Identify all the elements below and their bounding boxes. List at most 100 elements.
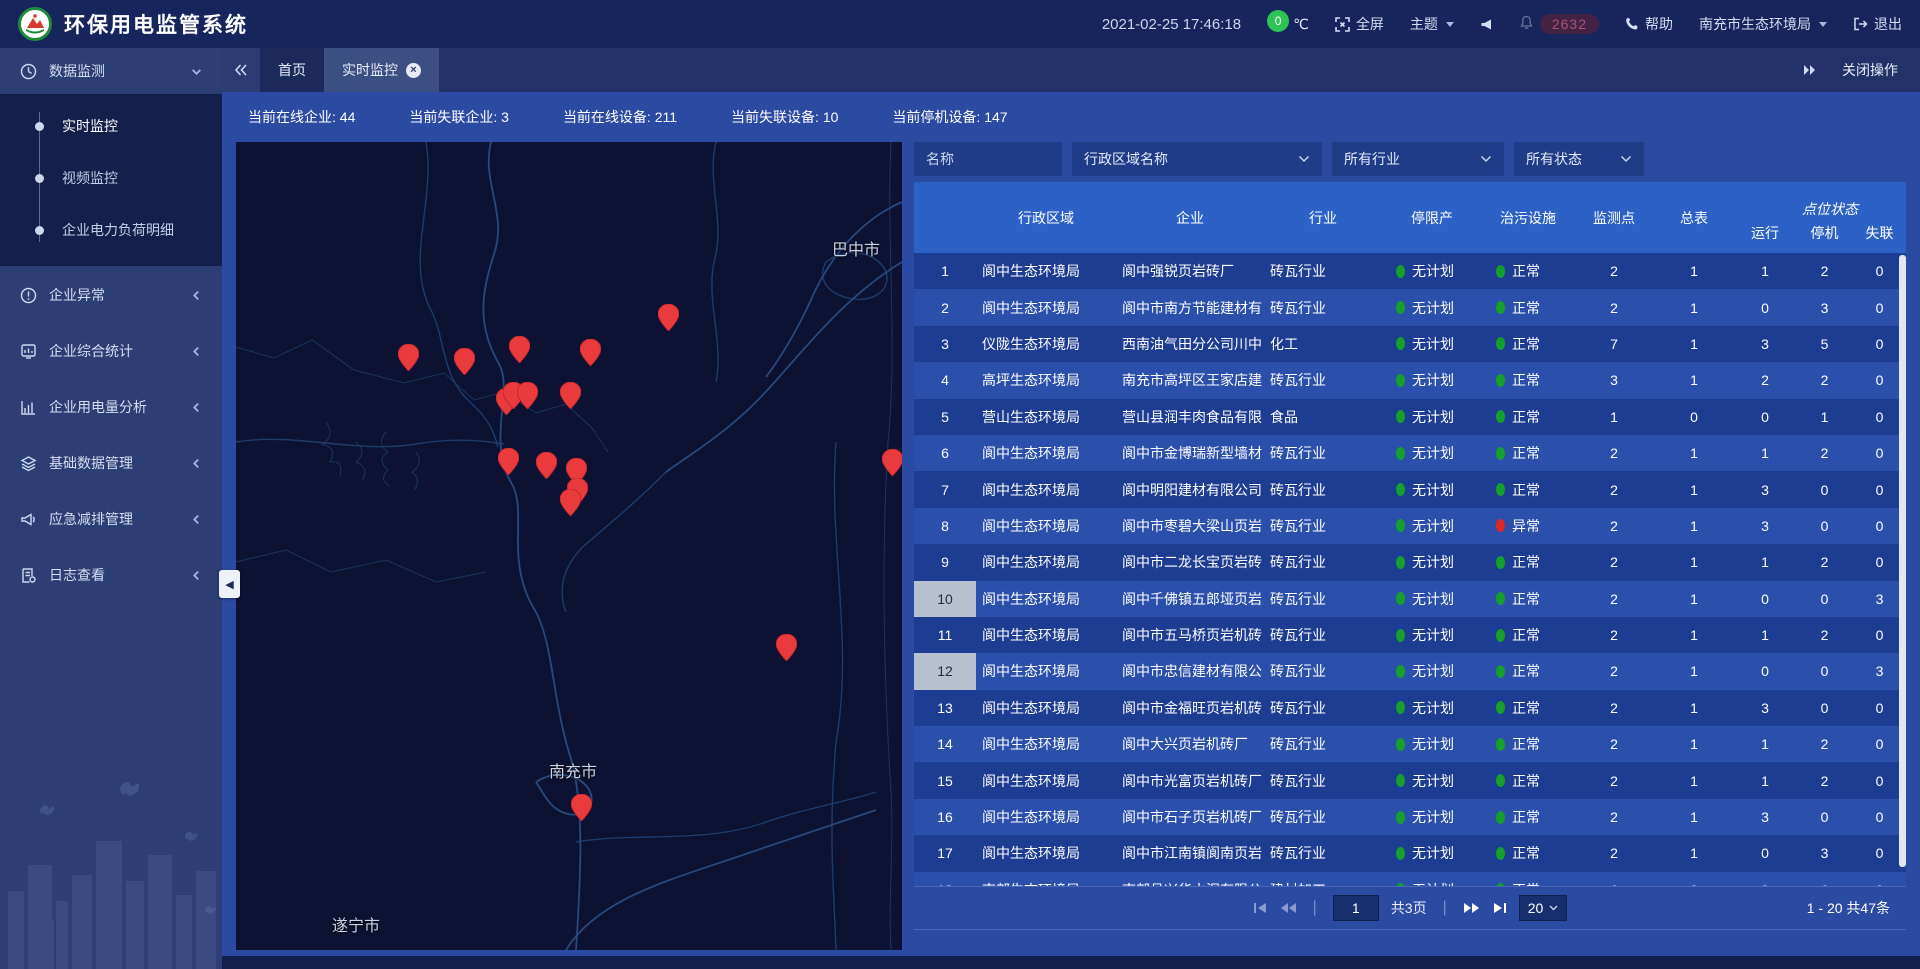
cell-stop: 0 [1796, 471, 1853, 507]
cell-limit: 无计划 [1382, 508, 1482, 544]
map-pin-icon[interactable] [509, 336, 530, 363]
map-pin-icon[interactable] [580, 339, 601, 366]
cell-region: 高坪生态环境局 [976, 362, 1116, 398]
tabs-scroll-left-button[interactable] [222, 48, 260, 92]
cell-run: 0 [1734, 289, 1796, 325]
table-row[interactable]: 13阆中生态环境局阆中市金福旺页岩机砖砖瓦行业无计划正常21300 [914, 690, 1906, 726]
sidebar-item-enterprise-statistics[interactable]: 企业综合统计 [0, 324, 222, 378]
cell-region: 营山生态环境局 [976, 399, 1116, 435]
table-row[interactable]: 7阆中生态环境局阆中明阳建材有限公司砖瓦行业无计划正常21300 [914, 471, 1906, 507]
next-page-button[interactable] [1463, 902, 1480, 914]
map-pin-icon[interactable] [398, 344, 419, 371]
status-dot-icon [1496, 519, 1505, 532]
double-chevron-right-icon[interactable] [1802, 64, 1816, 76]
phone-icon [1625, 17, 1639, 31]
map-pin-icon[interactable] [776, 634, 797, 661]
table-row[interactable]: 8阆中生态环境局阆中市枣碧大梁山页岩砖瓦行业无计划异常21300 [914, 508, 1906, 544]
sidebar-item-log-view[interactable]: 日志查看 [0, 548, 222, 602]
industry-filter-select[interactable]: 所有行业 [1332, 142, 1504, 176]
cell-limit: 无计划 [1382, 253, 1482, 289]
map-pin-icon[interactable] [536, 452, 557, 479]
table-row[interactable]: 1阆中生态环境局阆中强锐页岩砖厂砖瓦行业无计划正常21120 [914, 253, 1906, 289]
tab-realtime-monitor[interactable]: 实时监控 × [324, 48, 439, 92]
cell-points: 2 [1574, 690, 1654, 726]
map-pin-icon[interactable] [560, 489, 581, 516]
table-row[interactable]: 6阆中生态环境局阆中市金博瑞新型墙材砖瓦行业无计划正常21120 [914, 435, 1906, 471]
cell-points: 3 [1574, 362, 1654, 398]
table-row[interactable]: 2阆中生态环境局阆中市南方节能建材有砖瓦行业无计划正常21030 [914, 289, 1906, 325]
cell-num: 13 [914, 690, 976, 726]
theme-dropdown[interactable]: 主题 [1410, 14, 1454, 34]
cell-run: 3 [1734, 508, 1796, 544]
sidebar-item-video-monitor[interactable]: 视频监控 [0, 152, 222, 204]
prev-page-button[interactable] [1280, 902, 1297, 914]
scrollbar-thumb[interactable] [1899, 255, 1906, 867]
table-row[interactable]: 5营山生态环境局营山县润丰肉食品有限食品无计划正常10010 [914, 399, 1906, 435]
status-dot-icon [1396, 774, 1405, 787]
table-row[interactable]: 4高坪生态环境局南充市高坪区王家店建砖瓦行业无计划正常31220 [914, 362, 1906, 398]
col-header-num [914, 182, 976, 253]
chevron-down-icon [1446, 22, 1454, 27]
page-size-select[interactable]: 20 [1519, 895, 1568, 921]
notifications[interactable]: 2632 [1519, 14, 1599, 34]
cell-num: 11 [914, 617, 976, 653]
map-pin-icon[interactable] [498, 448, 519, 475]
region-filter-select[interactable]: 行政区域名称 [1072, 142, 1322, 176]
sidebar-item-emergency-reduction[interactable]: 应急减排管理 [0, 492, 222, 546]
sound-toggle[interactable] [1480, 18, 1493, 31]
table-row[interactable]: 10阆中生态环境局阆中千佛镇五郎垭页岩砖瓦行业无计划正常21003 [914, 581, 1906, 617]
table-row[interactable]: 17阆中生态环境局阆中市江南镇阆南页岩砖瓦行业无计划正常21030 [914, 835, 1906, 871]
sidebar-item-power-usage-analysis[interactable]: 企业用电量分析 [0, 380, 222, 434]
sidebar-collapse-handle[interactable]: ◀ [219, 570, 240, 598]
cell-limit: 无计划 [1382, 581, 1482, 617]
close-operations-button[interactable]: 关闭操作 [1842, 60, 1898, 80]
table-row[interactable]: 18南部生态环境局南部县兴华水泥有限公建材加工无计划正常60060 [914, 872, 1906, 886]
help-button[interactable]: 帮助 [1625, 14, 1673, 34]
table-row[interactable]: 9阆中生态环境局阆中市二龙长宝页岩砖砖瓦行业无计划正常21120 [914, 544, 1906, 580]
map-pin-icon[interactable] [658, 304, 679, 331]
map-panel[interactable]: 巴中市南充市遂宁市 [236, 142, 902, 950]
status-dot-icon [1396, 483, 1405, 496]
map-pin-icon[interactable] [517, 382, 538, 409]
cell-region: 阆中生态环境局 [976, 762, 1116, 798]
sidebar-item-data-monitoring[interactable]: 数据监测 [0, 48, 222, 94]
fullscreen-button[interactable]: 全屏 [1335, 14, 1384, 34]
table-row[interactable]: 12阆中生态环境局阆中市忠信建材有限公砖瓦行业无计划正常21003 [914, 653, 1906, 689]
map-pin-icon[interactable] [571, 794, 592, 821]
table-row[interactable]: 16阆中生态环境局阆中市石子页岩机砖厂砖瓦行业无计划正常21300 [914, 799, 1906, 835]
status-dot-icon [1496, 265, 1505, 278]
tab-home[interactable]: 首页 [260, 48, 324, 92]
bullet-dot-icon [35, 174, 44, 183]
cell-facility: 正常 [1482, 653, 1574, 689]
last-page-button[interactable] [1492, 902, 1507, 914]
map-pin-icon[interactable] [454, 348, 475, 375]
close-tab-icon[interactable]: × [406, 63, 421, 78]
sidebar-item-base-data-management[interactable]: 基础数据管理 [0, 436, 222, 490]
cell-region: 阆中生态环境局 [976, 835, 1116, 871]
sidebar-item-power-load-detail[interactable]: 企业电力负荷明细 [0, 204, 222, 256]
table-scrollbar[interactable] [1899, 255, 1906, 884]
name-filter-input[interactable] [914, 142, 1062, 176]
cell-run: 0 [1734, 581, 1796, 617]
table-row[interactable]: 15阆中生态环境局阆中市光富页岩机砖厂砖瓦行业无计划正常21120 [914, 762, 1906, 798]
first-page-button[interactable] [1253, 902, 1268, 914]
cell-num: 4 [914, 362, 976, 398]
org-dropdown[interactable]: 南充市生态环境局 [1699, 14, 1827, 34]
cell-meters: 1 [1654, 326, 1734, 362]
sidebar-item-enterprise-abnormal[interactable]: 企业异常 [0, 268, 222, 322]
sidebar-item-realtime-monitor[interactable]: 实时监控 [0, 100, 222, 152]
status-filter-select[interactable]: 所有状态 [1514, 142, 1644, 176]
cell-company: 阆中市二龙长宝页岩砖 [1116, 544, 1264, 580]
logout-button[interactable]: 退出 [1853, 14, 1902, 34]
cell-industry: 食品 [1264, 399, 1382, 435]
cell-facility: 正常 [1482, 544, 1574, 580]
map-pin-icon[interactable] [560, 382, 581, 409]
map-pin-icon[interactable] [882, 449, 902, 476]
cell-limit: 无计划 [1382, 362, 1482, 398]
page-number-input[interactable] [1333, 895, 1379, 921]
table-row[interactable]: 3仪陇生态环境局西南油气田分公司川中化工无计划正常71350 [914, 326, 1906, 362]
table-row[interactable]: 11阆中生态环境局阆中市五马桥页岩机砖砖瓦行业无计划正常21120 [914, 617, 1906, 653]
map-city-label: 南充市 [549, 758, 597, 782]
status-dot-icon [1496, 774, 1505, 787]
table-row[interactable]: 14阆中生态环境局阆中大兴页岩机砖厂砖瓦行业无计划正常21120 [914, 726, 1906, 762]
